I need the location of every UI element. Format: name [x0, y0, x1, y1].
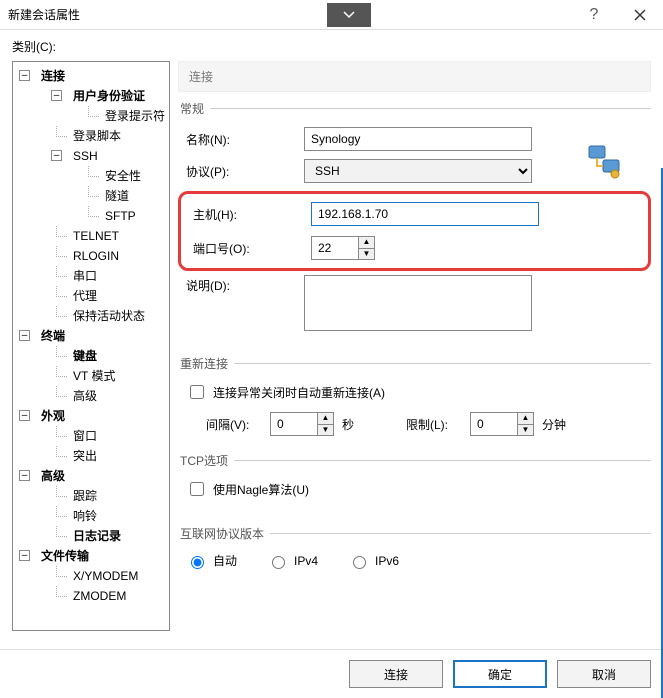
- desc-textarea[interactable]: [304, 275, 532, 331]
- limit-label: 限制(L):: [406, 416, 462, 433]
- limit-input[interactable]: [471, 413, 517, 435]
- tree-toggle[interactable]: –: [51, 150, 62, 161]
- tree-item-logging[interactable]: 日志记录: [71, 526, 123, 546]
- ipver-legend: 互联网协议版本: [178, 525, 270, 542]
- tree-toggle[interactable]: –: [19, 470, 30, 481]
- limit-down[interactable]: ▼: [518, 425, 533, 436]
- auto-reconnect-label: 连接异常关闭时自动重新连接(A): [213, 384, 385, 401]
- tree-item-advanced-terminal[interactable]: 高级: [71, 386, 99, 406]
- host-input[interactable]: [311, 202, 539, 226]
- name-input[interactable]: [304, 127, 532, 151]
- tree-item-keyboard[interactable]: 键盘: [71, 346, 99, 366]
- close-button[interactable]: [617, 0, 663, 30]
- tree-item-telnet[interactable]: TELNET: [71, 226, 121, 246]
- general-legend: 常规: [178, 100, 210, 117]
- tree-item-highlight[interactable]: 突出: [71, 446, 99, 466]
- tree-item-appearance[interactable]: 外观: [39, 406, 67, 426]
- desc-label: 说明(D):: [178, 275, 304, 294]
- tree-toggle[interactable]: –: [51, 90, 62, 101]
- tree-toggle[interactable]: –: [19, 330, 30, 341]
- protocol-select[interactable]: SSH: [304, 159, 532, 183]
- tree-item-window[interactable]: 窗口: [71, 426, 99, 446]
- port-up[interactable]: ▲: [359, 237, 374, 249]
- auto-reconnect-check[interactable]: 连接异常关闭时自动重新连接(A): [178, 382, 651, 402]
- port-label: 端口号(O):: [185, 240, 311, 257]
- tree-item-security[interactable]: 安全性: [103, 166, 143, 186]
- tree-item-xymodem[interactable]: X/YMODEM: [71, 566, 140, 586]
- tree-toggle[interactable]: –: [19, 410, 30, 421]
- tree-item-login-script[interactable]: 登录脚本: [71, 126, 123, 146]
- reconnect-legend: 重新连接: [178, 355, 234, 372]
- tree-item-trace[interactable]: 跟踪: [71, 486, 99, 506]
- limit-spinner[interactable]: ▲▼: [470, 412, 534, 436]
- tree-item-sftp[interactable]: SFTP: [103, 206, 138, 226]
- ip-ipv4-label: IPv4: [294, 554, 318, 568]
- ip-ipv4[interactable]: IPv4: [267, 553, 318, 569]
- sec-label: 秒: [342, 416, 354, 433]
- chevron-down-icon: [343, 9, 355, 21]
- tree-toggle[interactable]: –: [19, 70, 30, 81]
- ip-auto-label: 自动: [213, 552, 237, 569]
- network-icon: [585, 142, 623, 180]
- tree-item-filetransfer[interactable]: 文件传输: [39, 546, 91, 566]
- ip-ipv6[interactable]: IPv6: [348, 553, 399, 569]
- ip-ipv6-label: IPv6: [375, 554, 399, 568]
- port-down[interactable]: ▼: [359, 249, 374, 260]
- tree-item-tunnel[interactable]: 隧道: [103, 186, 131, 206]
- tree-item-proxy[interactable]: 代理: [71, 286, 99, 306]
- port-spinner[interactable]: ▲ ▼: [311, 236, 375, 260]
- tree-item-vtmode[interactable]: VT 模式: [71, 366, 117, 386]
- tree-item-serial[interactable]: 串口: [71, 266, 99, 286]
- tree-item-connection[interactable]: 连接: [39, 66, 67, 86]
- help-icon: ?: [590, 6, 599, 24]
- tree-item-rlogin[interactable]: RLOGIN: [71, 246, 121, 266]
- tree-item-login-prompt[interactable]: 登录提示符: [103, 106, 167, 126]
- ip-auto[interactable]: 自动: [186, 552, 237, 569]
- close-icon: [633, 8, 647, 22]
- nagle-checkbox[interactable]: [190, 482, 204, 496]
- dropdown-button[interactable]: [327, 3, 371, 27]
- auto-reconnect-checkbox[interactable]: [190, 385, 204, 399]
- category-label: 类别(C):: [0, 30, 663, 61]
- tree-item-zmodem[interactable]: ZMODEM: [71, 586, 128, 606]
- window-title: 新建会话属性: [8, 6, 80, 23]
- tree-item-terminal[interactable]: 终端: [39, 326, 67, 346]
- host-label: 主机(H):: [185, 206, 311, 223]
- tree-toggle[interactable]: –: [19, 550, 30, 561]
- ok-button[interactable]: 确定: [453, 660, 547, 688]
- tree-item-auth[interactable]: 用户身份验证: [71, 86, 147, 106]
- tree-item-ssh[interactable]: SSH: [71, 146, 100, 166]
- interval-up[interactable]: ▲: [318, 413, 333, 425]
- interval-down[interactable]: ▼: [318, 425, 333, 436]
- highlighted-area: 主机(H): 端口号(O): ▲ ▼: [178, 191, 651, 271]
- ip-auto-radio[interactable]: [191, 556, 204, 569]
- cancel-button[interactable]: 取消: [557, 660, 651, 688]
- interval-spinner[interactable]: ▲▼: [270, 412, 334, 436]
- port-input[interactable]: [312, 237, 358, 259]
- ip-ipv6-radio[interactable]: [353, 556, 366, 569]
- tcp-legend: TCP选项: [178, 452, 234, 469]
- category-tree[interactable]: – 连接 – 用户身份验证 登录提示符 登录脚本 – SSH: [12, 61, 170, 631]
- name-label: 名称(N):: [178, 131, 304, 148]
- help-button[interactable]: ?: [571, 0, 617, 30]
- tree-item-keepalive[interactable]: 保持活动状态: [71, 306, 147, 326]
- nagle-label: 使用Nagle算法(U): [213, 481, 309, 498]
- protocol-label: 协议(P):: [178, 163, 304, 180]
- interval-label: 间隔(V):: [206, 416, 262, 433]
- ip-ipv4-radio[interactable]: [272, 556, 285, 569]
- nagle-check[interactable]: 使用Nagle算法(U): [178, 479, 651, 499]
- tree-item-advanced[interactable]: 高级: [39, 466, 67, 486]
- interval-input[interactable]: [271, 413, 317, 435]
- tree-item-bell[interactable]: 响铃: [71, 506, 99, 526]
- limit-up[interactable]: ▲: [518, 413, 533, 425]
- pane-title: 连接: [178, 61, 651, 92]
- connect-button[interactable]: 连接: [349, 660, 443, 688]
- min-label: 分钟: [542, 416, 566, 433]
